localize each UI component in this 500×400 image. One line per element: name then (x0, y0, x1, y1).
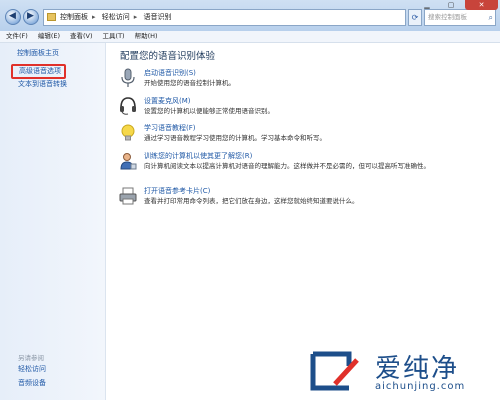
close-icon: ✕ (478, 1, 485, 9)
see-also-ease-of-access[interactable]: 轻松访问 (18, 364, 46, 374)
back-arrow-icon: ◀ (9, 11, 16, 21)
start-speech-recognition-desc: 开始使用您的语音控制计算机。 (144, 79, 235, 87)
lightbulb-icon (121, 124, 135, 141)
breadcrumb-item-ease-of-access[interactable]: 轻松访问 (102, 13, 130, 21)
train-computer-desc: 向计算机阅读文本以提高计算机对语音的理解能力。这样做并不是必需的，但可以提高听写… (144, 162, 430, 170)
speech-tutorial-link[interactable]: 学习语音教程(F) (144, 123, 196, 133)
sidebar-item-label: 高级语音选项 (19, 67, 61, 75)
start-speech-recognition-link[interactable]: 启动语音识别(S) (144, 68, 196, 78)
close-button[interactable]: ✕ (465, 0, 498, 10)
forward-button[interactable]: ▶ (23, 9, 39, 25)
back-button[interactable]: ◀ (5, 9, 21, 25)
sidebar-item-advanced-speech-options[interactable]: 高级语音选项 (11, 64, 66, 79)
menu-file[interactable]: 文件(F) (6, 32, 28, 40)
watermark: 爱纯净 aichunjing.com (305, 348, 500, 400)
page-title: 配置您的语音识别体验 (120, 51, 216, 62)
menu-bar: 文件(F) 编辑(E) 查看(V) 工具(T) 帮助(H) (0, 31, 500, 43)
user-icon (120, 153, 137, 170)
address-toolbar: ◀ ▶ 控制面板 ▸ 轻松访问 ▸ 语音识别 ⟳ 搜索控制面板 ⌕ ▁ ▢ ✕ (0, 0, 500, 32)
maximize-button[interactable]: ▢ (440, 0, 462, 10)
reference-card-link[interactable]: 打开语音参考卡片(C) (144, 186, 210, 196)
speech-tutorial-desc: 通过学习语音教程学习使用您的计算机。学习基本命令和听写。 (144, 134, 326, 142)
menu-help[interactable]: 帮助(H) (135, 32, 158, 40)
menu-view[interactable]: 查看(V) (70, 32, 93, 40)
search-placeholder: 搜索控制面板 (428, 13, 467, 21)
setup-microphone-link[interactable]: 设置麦克风(M) (144, 96, 191, 106)
brand-logo-icon (310, 351, 359, 391)
refresh-icon: ⟳ (411, 13, 419, 22)
see-also-heading: 另请参阅 (18, 354, 44, 362)
breadcrumb-item-speech-recognition[interactable]: 语音识别 (144, 13, 172, 21)
sidebar: 控制面板主页 高级语音选项 文本到语音转换 另请参阅 轻松访问 音频设备 (0, 43, 106, 400)
watermark-brand: 爱纯净 (375, 354, 460, 384)
menu-edit[interactable]: 编辑(E) (38, 32, 60, 40)
folder-icon (47, 13, 56, 21)
sidebar-item-home[interactable]: 控制面板主页 (17, 48, 59, 58)
search-input[interactable]: 搜索控制面板 ⌕ (424, 9, 496, 26)
search-icon: ⌕ (488, 13, 493, 22)
sidebar-item-text-to-speech[interactable]: 文本到语音转换 (18, 79, 67, 89)
reference-card-desc: 查看并打印常用命令列表，把它们放在身边，这样您就始终知道要说什么。 (144, 197, 359, 205)
train-computer-link[interactable]: 训练您的计算机以使其更了解您(R) (144, 151, 252, 161)
breadcrumb-item-control-panel[interactable]: 控制面板 (60, 13, 88, 21)
watermark-url: aichunjing.com (375, 381, 466, 392)
see-also-audio-devices[interactable]: 音频设备 (18, 378, 46, 388)
address-bar[interactable]: 控制面板 ▸ 轻松访问 ▸ 语音识别 (43, 9, 406, 26)
refresh-button[interactable]: ⟳ (408, 9, 422, 26)
breadcrumb: 控制面板 ▸ 轻松访问 ▸ 语音识别 (60, 13, 172, 21)
minimize-button[interactable]: ▁ (416, 0, 438, 10)
printer-icon (119, 187, 137, 205)
headset-icon (120, 97, 136, 115)
microphone-icon (121, 68, 135, 87)
menu-tools[interactable]: 工具(T) (103, 32, 125, 40)
forward-arrow-icon: ▶ (27, 11, 34, 21)
setup-microphone-desc: 设置您的计算机以便能够正常使用语音识别。 (144, 107, 274, 115)
